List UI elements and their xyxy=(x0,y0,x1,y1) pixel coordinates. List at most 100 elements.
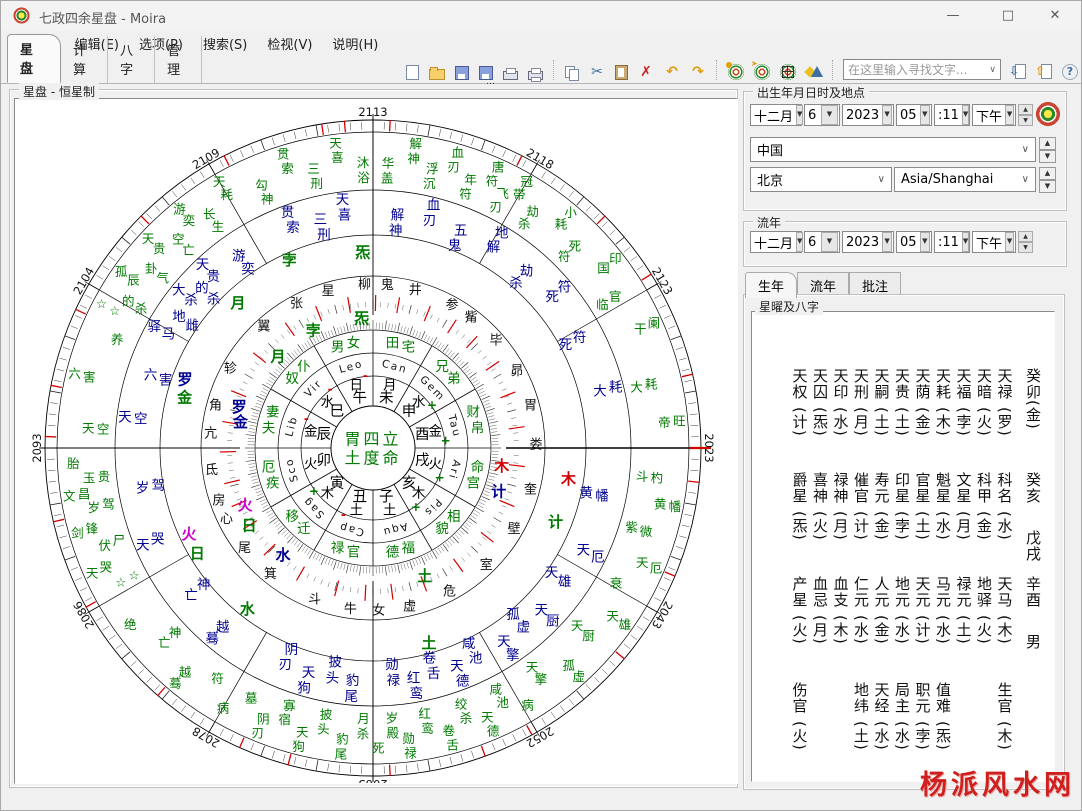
main-tab-3[interactable]: 管理 xyxy=(155,36,202,83)
dropdown-arrow-icon[interactable]: ▼ xyxy=(821,232,838,252)
annual-hour-select[interactable]: 05▼ xyxy=(896,231,932,253)
svg-text:干: 干 xyxy=(634,322,647,337)
spin-up-icon[interactable]: ▲ xyxy=(1018,104,1033,115)
print-icon[interactable] xyxy=(503,71,518,80)
scroll-up-icon[interactable]: ▲ xyxy=(1039,167,1056,180)
svg-text:2078: 2078 xyxy=(190,724,222,751)
annual-day-select[interactable]: 6▼ xyxy=(804,231,840,253)
dropdown-arrow-icon[interactable]: ▼ xyxy=(882,105,892,125)
spin-down-icon[interactable]: ▼ xyxy=(1018,115,1033,126)
scroll-up-icon[interactable]: ▲ xyxy=(1039,137,1056,150)
svg-text:刑: 刑 xyxy=(311,176,324,191)
annual-spinner[interactable]: ▲▼ xyxy=(1018,231,1033,253)
help-icon[interactable]: ? xyxy=(1062,64,1078,80)
main-tab-0[interactable]: 星盘 xyxy=(7,34,61,83)
import-icon[interactable] xyxy=(1010,64,1026,80)
birth-minute-select[interactable]: :11▼ xyxy=(934,104,970,126)
minimize-button[interactable]: — xyxy=(933,1,973,31)
dropdown-arrow-icon[interactable]: ▼ xyxy=(962,105,969,125)
open-file-icon[interactable] xyxy=(429,69,445,80)
svg-text:☆: ☆ xyxy=(129,567,140,582)
birth-year-select[interactable]: 2023▼ xyxy=(842,104,894,126)
svg-text:大: 大 xyxy=(630,380,643,395)
chart-refresh-button[interactable] xyxy=(1035,101,1061,127)
timezone-select[interactable]: Asia/Shanghai∨ xyxy=(894,167,1036,192)
main-tab-2[interactable]: 八字 xyxy=(108,36,155,83)
city-select[interactable]: 北京∨ xyxy=(750,167,892,192)
svg-text:微: 微 xyxy=(640,524,653,539)
delete-icon[interactable]: ✗ xyxy=(638,64,654,80)
copy-icon[interactable] xyxy=(565,66,579,80)
svg-text:尸: 尸 xyxy=(113,533,126,548)
paste-icon[interactable] xyxy=(615,65,628,80)
dropdown-arrow-icon[interactable]: ▼ xyxy=(920,105,930,125)
redo-icon[interactable]: ↷ xyxy=(690,64,706,80)
dropdown-arrow-icon[interactable]: ▼ xyxy=(962,232,969,252)
svg-text:氐: 氐 xyxy=(205,463,218,478)
svg-text:绞: 绞 xyxy=(455,696,468,711)
chart-target-icon[interactable] xyxy=(728,64,744,80)
menu-item-3[interactable]: 搜索(S) xyxy=(193,31,257,56)
save-icon[interactable] xyxy=(455,66,469,80)
birth-hour-select[interactable]: 05▼ xyxy=(896,104,932,126)
svg-text:官: 官 xyxy=(609,289,622,304)
svg-text:蓦: 蓦 xyxy=(169,676,182,691)
search-input[interactable]: 在这里输入寻找文字...∨ xyxy=(843,59,1001,80)
star-column: 职元(孛) xyxy=(912,682,933,751)
birth-spinner[interactable]: ▲▼ xyxy=(1018,104,1033,126)
annual-year-select[interactable]: 2023▼ xyxy=(842,231,894,253)
svg-text:国: 国 xyxy=(597,260,610,275)
svg-text:参: 参 xyxy=(446,297,459,313)
chart-recalc-icon[interactable] xyxy=(754,64,770,80)
cut-icon[interactable]: ✂ xyxy=(589,64,605,80)
country-scroll[interactable]: ▲▼ xyxy=(1039,137,1056,163)
birth-month-select[interactable]: 十二月▼ xyxy=(750,104,802,126)
svg-text:害: 害 xyxy=(83,370,96,385)
scroll-down-icon[interactable]: ▼ xyxy=(1039,150,1056,163)
svg-text:符: 符 xyxy=(573,330,587,346)
svg-text:仆: 仆 xyxy=(297,359,311,375)
star-column: 值难(炁) xyxy=(933,682,954,751)
annual-minute-select[interactable]: :11▼ xyxy=(934,231,970,253)
dropdown-arrow-icon[interactable]: ▼ xyxy=(821,105,838,125)
annual-month-select[interactable]: 十二月▼ xyxy=(750,231,802,253)
svg-text:死: 死 xyxy=(372,740,385,755)
star-column: 局主(水) xyxy=(892,682,913,751)
scroll-down-icon[interactable]: ▼ xyxy=(1039,180,1056,193)
dropdown-arrow-icon[interactable]: ▼ xyxy=(796,105,803,125)
menu-item-5[interactable]: 说明(H) xyxy=(322,31,388,56)
undo-icon[interactable]: ↶ xyxy=(664,64,680,80)
spin-up-icon[interactable]: ▲ xyxy=(1018,231,1033,242)
svg-text:命: 命 xyxy=(471,458,485,475)
annual-ampm-select[interactable]: 下午▼ xyxy=(972,231,1016,253)
svg-text:索: 索 xyxy=(286,220,300,236)
main-tab-1[interactable]: 计算 xyxy=(61,36,108,83)
info-tab-0[interactable]: 生年 xyxy=(745,272,797,298)
svg-text:池: 池 xyxy=(496,695,509,710)
dropdown-arrow-icon[interactable]: ▼ xyxy=(796,232,803,252)
svg-text:伏: 伏 xyxy=(98,538,111,553)
dropdown-arrow-icon[interactable]: ▼ xyxy=(1005,105,1014,125)
chevron-down-icon: ∨ xyxy=(989,65,996,75)
birth-day-select[interactable]: 6▼ xyxy=(804,104,840,126)
print-preview-icon[interactable] xyxy=(528,71,543,80)
spin-down-icon[interactable]: ▼ xyxy=(1018,242,1033,253)
menu-item-4[interactable]: 检视(V) xyxy=(257,31,322,56)
svg-text:斗: 斗 xyxy=(308,593,321,608)
city-scroll[interactable]: ▲▼ xyxy=(1039,167,1056,193)
chart-shapes-icon[interactable] xyxy=(806,64,822,80)
maximize-button[interactable]: □ xyxy=(988,1,1028,31)
svg-text:耗: 耗 xyxy=(555,216,568,231)
svg-text:盖: 盖 xyxy=(381,170,394,185)
close-button[interactable]: ✕ xyxy=(1035,1,1075,31)
dropdown-arrow-icon[interactable]: ▼ xyxy=(1005,232,1014,252)
new-file-icon[interactable] xyxy=(406,65,419,80)
export-icon[interactable] xyxy=(1036,64,1052,80)
birth-ampm-select[interactable]: 下午▼ xyxy=(972,104,1016,126)
svg-text:舌: 舌 xyxy=(446,738,459,753)
country-select[interactable]: 中国∨ xyxy=(750,137,1036,162)
save-as-icon[interactable] xyxy=(479,66,493,80)
chart-grid-icon[interactable] xyxy=(780,64,796,80)
dropdown-arrow-icon[interactable]: ▼ xyxy=(882,232,892,252)
dropdown-arrow-icon[interactable]: ▼ xyxy=(920,232,930,252)
